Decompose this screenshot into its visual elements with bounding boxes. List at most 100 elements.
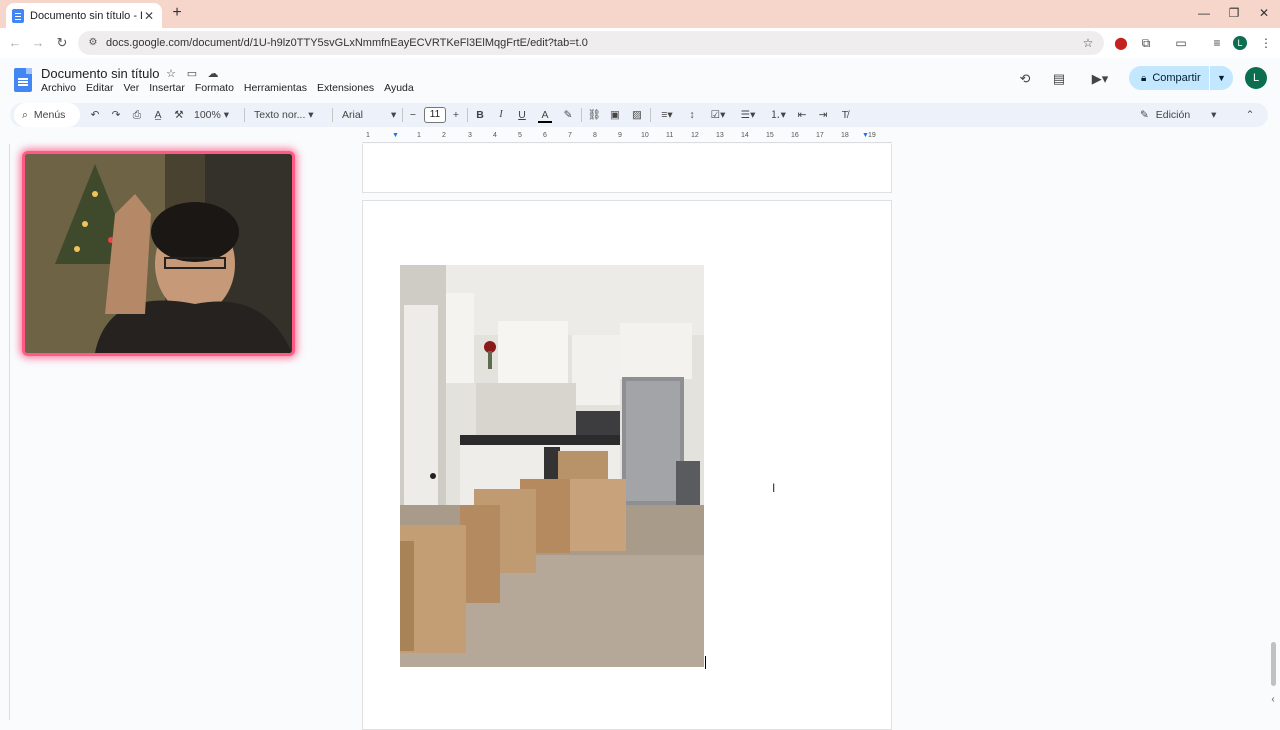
address-bar[interactable]: ⚙ docs.google.com/document/d/1U-h9lz0TTY… [78, 31, 1104, 55]
menu-editar[interactable]: Editar [86, 82, 113, 94]
bold-icon[interactable]: B [474, 107, 486, 123]
reload-icon[interactable]: ↻ [53, 34, 71, 52]
ruler-number: 1 [366, 132, 370, 139]
ruler-number: 9 [618, 132, 622, 139]
chevron-up-icon[interactable]: ⌃ [1243, 107, 1257, 123]
numbered-list-icon[interactable]: ⒈▾ [766, 107, 790, 123]
ruler-number: 19 [868, 132, 876, 139]
cast-icon[interactable]: ▭ [1173, 35, 1189, 51]
docs-favicon-icon [12, 8, 24, 23]
account-avatar[interactable]: L [1245, 67, 1267, 89]
zoom-select[interactable]: 100% ▾ [194, 107, 238, 123]
share-button[interactable]: 🔒︎ Compartir ▼ [1129, 66, 1233, 90]
spellcheck-icon[interactable]: A̲ [151, 107, 165, 123]
ruler-number: 6 [543, 132, 547, 139]
ruler-number: 3 [468, 132, 472, 139]
ruler-number: 10 [641, 132, 649, 139]
insert-image-icon[interactable]: ▨ [630, 107, 644, 123]
underline-icon[interactable]: U [516, 107, 528, 123]
vertical-ruler[interactable] [0, 144, 10, 720]
align-icon[interactable]: ≡▾ [656, 107, 678, 123]
docs-header: Documento sin título ☆ ▭ ☁ Archivo Edita… [0, 58, 1280, 102]
ruler-number: 2 [442, 132, 446, 139]
restore-button[interactable]: ❐ [1224, 4, 1244, 22]
docs-icon[interactable] [14, 68, 32, 92]
ruler-number: 17 [816, 132, 824, 139]
toolbar-separator [467, 108, 468, 122]
line-spacing-icon[interactable]: ↕ [685, 107, 699, 123]
share-dropdown-icon[interactable]: ▼ [1217, 66, 1226, 90]
horizontal-ruler[interactable]: 1 ▼ 1 2 3 4 5 6 7 8 9 10 11 12 13 14 15 … [362, 131, 892, 143]
ruler-number: 14 [741, 132, 749, 139]
side-panel-toggle-icon[interactable]: ‹ [1266, 694, 1280, 708]
font-size-input[interactable]: 11 [424, 107, 446, 123]
paint-format-icon[interactable]: ⚒ [172, 107, 186, 123]
clear-formatting-icon[interactable]: T̸ [838, 107, 852, 123]
indent-marker-icon[interactable]: ▼ [392, 132, 399, 139]
tab-close-icon[interactable]: ✕ [142, 9, 156, 23]
checklist-icon[interactable]: ☑▾ [706, 107, 730, 123]
document-title[interactable]: Documento sin título [41, 66, 160, 81]
menu-bar: Archivo Editar Ver Insertar Formato Herr… [41, 82, 424, 94]
bullet-list-icon[interactable]: ☰▾ [736, 107, 760, 123]
tab-title: Documento sin título - Docume [30, 9, 142, 22]
minimize-button[interactable]: — [1194, 4, 1214, 22]
forward-arrow-icon[interactable]: → [29, 34, 47, 52]
highlight-icon[interactable]: ✎ [561, 107, 575, 123]
webcam-overlay [22, 151, 295, 356]
extensions-icon[interactable]: ⧉ [1138, 35, 1154, 51]
italic-icon[interactable]: I [495, 107, 507, 123]
inserted-image[interactable] [400, 265, 704, 667]
increase-indent-icon[interactable]: ⇥ [816, 107, 830, 123]
browser-tab[interactable]: Documento sin título - Docume ✕ [6, 3, 162, 28]
decrease-indent-icon[interactable]: ⇤ [795, 107, 809, 123]
menu-herramientas[interactable]: Herramientas [244, 82, 307, 94]
print-icon[interactable]: ⎙ [130, 107, 144, 123]
menu-ver[interactable]: Ver [123, 82, 139, 94]
increase-font-size-icon[interactable]: + [450, 107, 462, 123]
undo-icon[interactable]: ↶ [88, 107, 102, 123]
document-page[interactable] [362, 144, 892, 193]
site-info-icon[interactable]: ⚙ [86, 37, 100, 49]
search-menus-button[interactable]: ⌕ Menús [14, 103, 80, 127]
profile-avatar[interactable]: L [1233, 36, 1247, 50]
browser-menu-icon[interactable]: ⋮ [1258, 35, 1274, 51]
text-cursor [705, 656, 706, 669]
ruler-number: 12 [691, 132, 699, 139]
bookmark-star-icon[interactable]: ☆ [1080, 35, 1096, 51]
opera-extension-icon[interactable]: ⬤ [1113, 35, 1129, 51]
back-arrow-icon[interactable]: ← [6, 34, 24, 52]
menu-archivo[interactable]: Archivo [41, 82, 76, 94]
cloud-icon[interactable]: ☁ [206, 67, 220, 81]
ruler-number: 5 [518, 132, 522, 139]
lock-icon: 🔒︎ [1141, 72, 1147, 84]
ruler-number: 7 [568, 132, 572, 139]
style-select[interactable]: Texto nor... ▾ [254, 107, 326, 123]
add-comment-icon[interactable]: ▣ [608, 107, 622, 123]
scrollbar-thumb[interactable] [1271, 642, 1276, 686]
ruler-number: 15 [766, 132, 774, 139]
webcam-video [25, 154, 292, 353]
comment-icon[interactable]: ▤ [1050, 70, 1068, 88]
menu-formato[interactable]: Formato [195, 82, 234, 94]
menu-ayuda[interactable]: Ayuda [384, 82, 414, 94]
decrease-font-size-icon[interactable]: − [407, 107, 419, 123]
folder-icon[interactable]: ▭ [185, 67, 199, 81]
font-select[interactable]: Arial ▾ [342, 107, 398, 123]
editing-mode-select[interactable]: ✎ Edición ▾ [1140, 107, 1226, 123]
text-color-icon[interactable]: A [538, 107, 552, 123]
toolbar-separator [650, 108, 651, 122]
new-tab-button[interactable]: + [168, 4, 186, 22]
toolbar-separator [332, 108, 333, 122]
zoom-value: 100% [194, 109, 221, 121]
menu-extensiones[interactable]: Extensiones [317, 82, 374, 94]
link-icon[interactable]: ⛓ [587, 107, 601, 123]
menu-insertar[interactable]: Insertar [149, 82, 185, 94]
url-text: docs.google.com/document/d/1U-h9lz0TTY5s… [106, 37, 588, 49]
window-close-button[interactable]: ✕ [1254, 4, 1274, 22]
star-icon[interactable]: ☆ [164, 67, 178, 81]
media-icon[interactable]: ≡ [1209, 35, 1225, 51]
meet-icon[interactable]: ▶▾ [1086, 70, 1114, 88]
history-icon[interactable]: ⟲ [1016, 70, 1034, 88]
redo-icon[interactable]: ↷ [109, 107, 123, 123]
